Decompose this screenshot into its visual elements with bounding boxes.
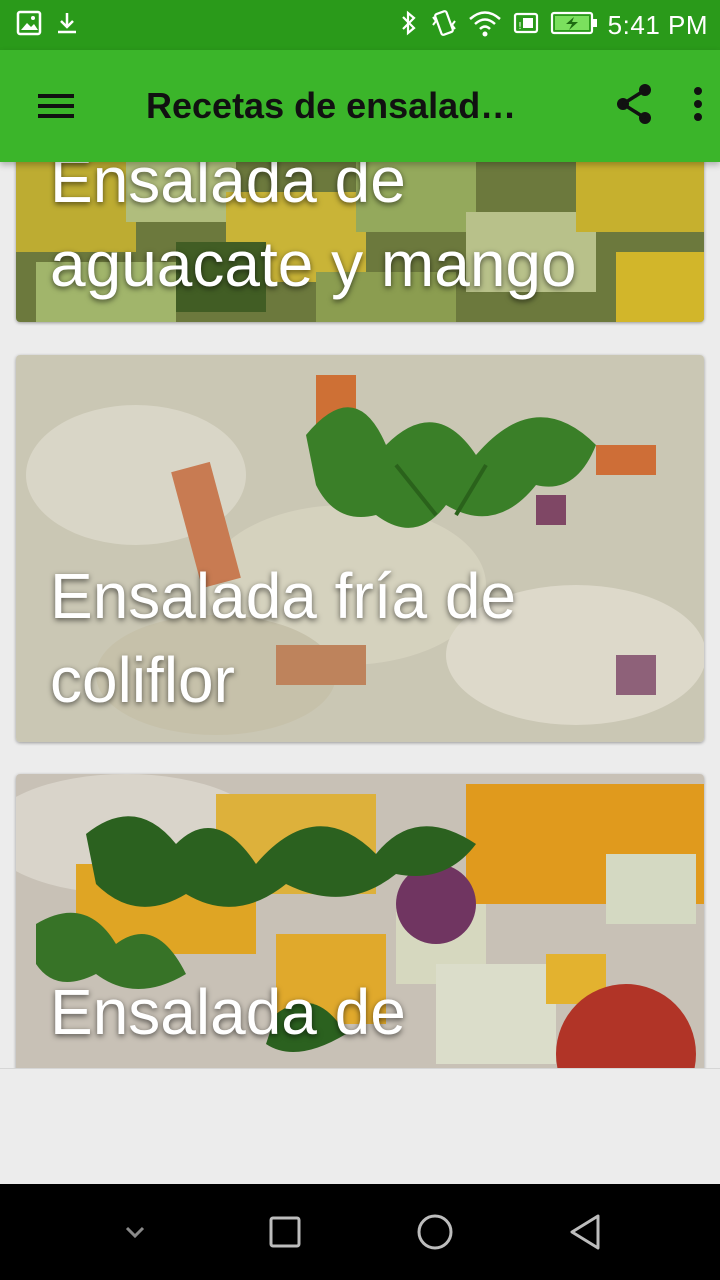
app-bar: Recetas de ensalad… <box>0 50 720 162</box>
vibrate-icon <box>430 9 458 42</box>
app-title: Recetas de ensalad… <box>146 85 517 126</box>
chevron-down-icon[interactable] <box>100 1197 170 1267</box>
system-nav-bar <box>0 1184 720 1280</box>
download-icon <box>54 10 80 41</box>
bluetooth-icon <box>398 9 420 42</box>
more-vert-icon[interactable] <box>692 86 704 127</box>
recipe-title: Ensalada de aguacate y mango <box>50 162 577 300</box>
recipe-card[interactable]: Ensalada fría de coliflor <box>16 355 704 742</box>
share-icon[interactable] <box>614 82 654 131</box>
recipe-list[interactable]: Ensalada de aguacate y mango Ensalada fr… <box>0 162 720 1068</box>
recipe-card[interactable]: Ensalada de aguacate y mango <box>16 162 704 322</box>
recipe-title: Ensalada fría de coliflor <box>50 560 517 716</box>
recipe-title: Ensalada de <box>50 976 406 1048</box>
status-bar: ! 5:41 PM <box>0 0 720 50</box>
status-time: 5:41 PM <box>607 9 708 40</box>
svg-text:!: ! <box>518 21 522 32</box>
sim-icon: ! <box>512 9 540 42</box>
image-icon <box>16 10 42 41</box>
bottom-area <box>0 1068 720 1184</box>
menu-icon[interactable] <box>0 50 112 162</box>
recents-icon[interactable] <box>250 1197 320 1267</box>
back-icon[interactable] <box>550 1197 620 1267</box>
battery-charging-icon <box>550 10 598 41</box>
wifi-icon <box>468 9 502 42</box>
recipe-card[interactable]: Ensalada de <box>16 774 704 1068</box>
home-icon[interactable] <box>400 1197 470 1267</box>
